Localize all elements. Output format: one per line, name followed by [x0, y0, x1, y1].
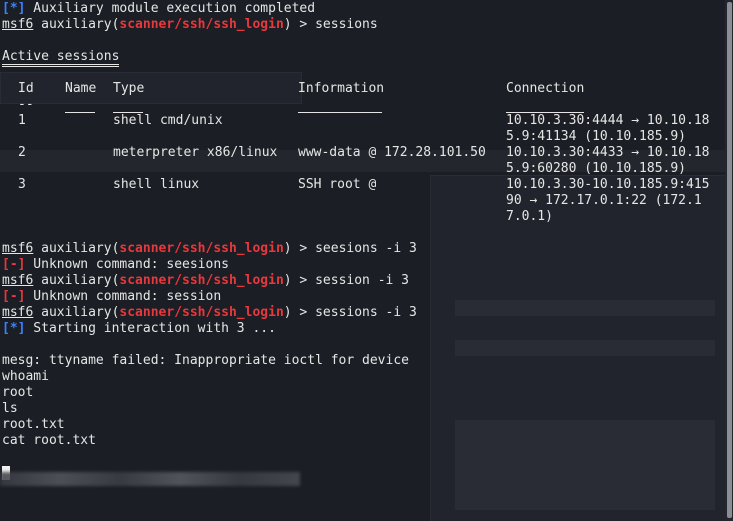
table-header-row: Id Name Type Information Connection	[2, 81, 716, 97]
output-line: whoami	[2, 369, 49, 384]
output-line: root	[2, 385, 34, 400]
info-tag: [*]	[2, 321, 26, 336]
table-underline-row: --	[2, 97, 716, 113]
prompt-line: msf6 auxiliary(scanner/ssh/ssh_login) > …	[2, 305, 417, 320]
underline-id: --	[18, 97, 34, 112]
error-line: [-] Unknown command: session	[2, 289, 222, 304]
error-tag: [-]	[2, 257, 26, 272]
output-line: mesg: ttyname failed: Inappropriate ioct…	[2, 353, 409, 368]
table-row: 3 shell linux SSH root @ 10.10.3.30-10.1…	[18, 177, 710, 224]
prompt-line: msf6 auxiliary(scanner/ssh/ssh_login) > …	[2, 17, 378, 32]
module-path: scanner/ssh/ssh_login	[119, 17, 284, 32]
command-text: session -i 3	[315, 273, 410, 288]
output-line: [*] Starting interaction with 3 ...	[2, 321, 276, 336]
table-row: 1 shell cmd/unix 10.10.3.30:4444 → 10.10…	[18, 113, 710, 144]
redacted-output-line	[2, 449, 726, 465]
error-tag: [-]	[2, 289, 26, 304]
command-text: sessions	[315, 17, 378, 32]
scrollbar-thumb[interactable]	[727, 2, 732, 518]
prompt-line: msf6 auxiliary(scanner/ssh/ssh_login) > …	[2, 241, 417, 256]
prompt-line: msf6 auxiliary(scanner/ssh/ssh_login) > …	[2, 273, 410, 288]
table-row: 2 meterpreter x86/linux www-data @ 172.2…	[18, 145, 710, 176]
error-line: [-] Unknown command: seesions	[2, 257, 229, 272]
header-connection: Connection	[506, 81, 585, 96]
command-text: seesions -i 3	[315, 241, 417, 256]
info-tag: [*]	[2, 1, 26, 16]
terminal-output: [*] Auxiliary module execution completed…	[2, 1, 726, 481]
output-line: ls	[2, 401, 18, 416]
output-line: root.txt	[2, 417, 65, 432]
header-id: Id	[18, 81, 34, 96]
output-line: cat root.txt	[2, 433, 96, 448]
active-sessions-title: Active sessions	[2, 49, 726, 67]
vertical-scrollbar[interactable]	[725, 0, 733, 521]
header-type: Type	[113, 81, 145, 96]
redacted-flag-blur	[0, 472, 300, 486]
sessions-table: Id Name Type Information Connection -- 1…	[2, 81, 716, 225]
prompt-prefix: msf6	[2, 17, 34, 32]
terminal-window[interactable]: [*] Auxiliary module execution completed…	[0, 0, 733, 521]
header-information: Information	[298, 81, 385, 96]
command-text: sessions -i 3	[315, 305, 417, 320]
output-line: [*] Auxiliary module execution completed	[2, 1, 316, 16]
header-name: Name	[65, 81, 97, 96]
